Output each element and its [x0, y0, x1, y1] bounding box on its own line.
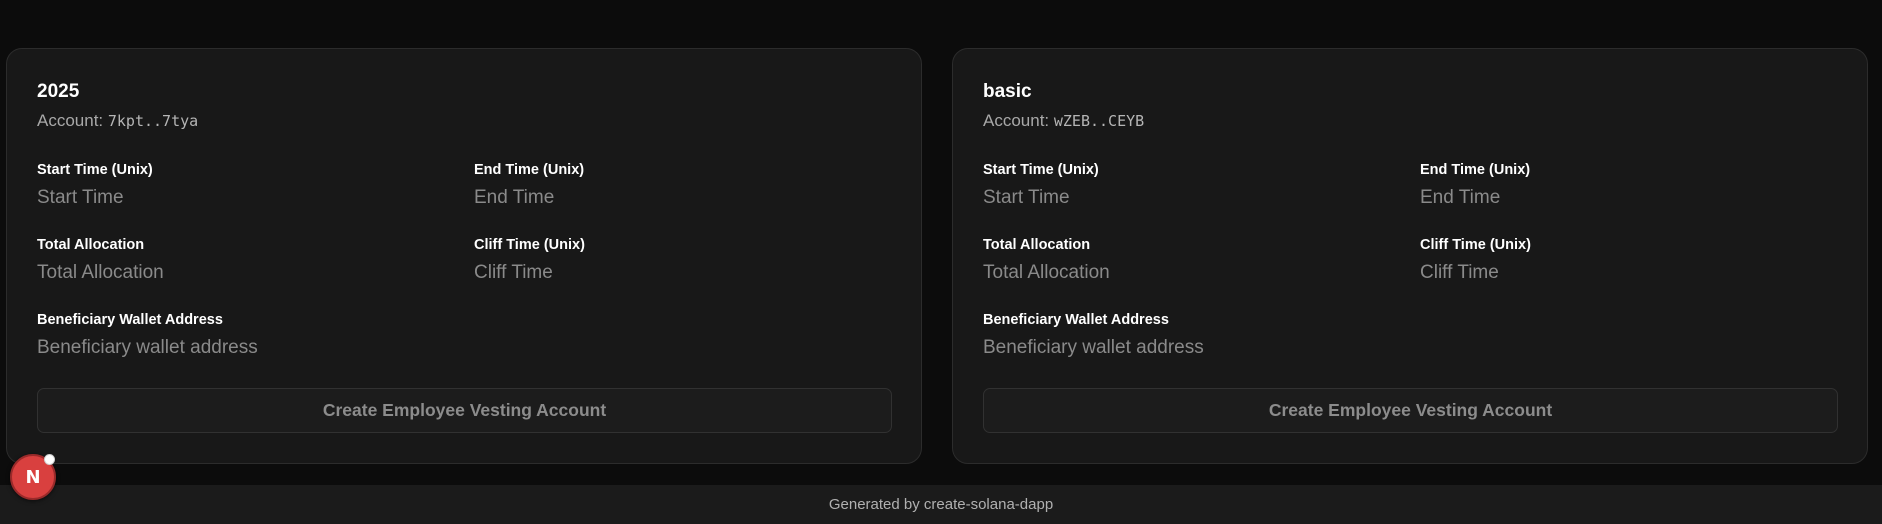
beneficiary-label: Beneficiary Wallet Address	[983, 312, 1169, 328]
start-time-label: Start Time (Unix)	[37, 162, 153, 178]
app-page: 2025 Account: 7kpt..7tya Start Time (Uni…	[0, 0, 1882, 524]
beneficiary-label: Beneficiary Wallet Address	[37, 312, 223, 328]
end-time-input[interactable]	[474, 185, 894, 211]
start-time-label: Start Time (Unix)	[983, 162, 1099, 178]
total-allocation-label: Total Allocation	[983, 237, 1091, 253]
end-time-input[interactable]	[1420, 185, 1840, 211]
create-vesting-account-button[interactable]: Create Employee Vesting Account	[37, 388, 892, 433]
footer-text: Generated by create-solana-dapp	[828, 496, 1054, 513]
start-time-input[interactable]	[37, 185, 474, 211]
account-line: Account: wZEB..CEYB	[983, 110, 1837, 132]
account-address[interactable]: 7kpt..7tya	[108, 112, 198, 130]
account-line: Account: 7kpt..7tya	[37, 110, 891, 132]
beneficiary-wallet-input[interactable]	[37, 335, 894, 361]
beneficiary-field: Beneficiary Wallet Address	[37, 311, 894, 386]
vesting-cards-grid: 2025 Account: 7kpt..7tya Start Time (Uni…	[6, 48, 1868, 464]
cliff-time-field: Cliff Time (Unix)	[1420, 236, 1840, 311]
vesting-form: Start Time (Unix) End Time (Unix) Total …	[983, 161, 1840, 386]
cliff-time-label: Cliff Time (Unix)	[474, 237, 585, 253]
total-allocation-field: Total Allocation	[37, 236, 474, 311]
vesting-account-card: basic Account: wZEB..CEYB Start Time (Un…	[952, 48, 1868, 464]
account-address[interactable]: wZEB..CEYB	[1054, 112, 1144, 130]
notification-dot-icon	[44, 454, 55, 465]
footer: Generated by create-solana-dapp	[0, 485, 1882, 524]
beneficiary-field: Beneficiary Wallet Address	[983, 311, 1840, 386]
cliff-time-label: Cliff Time (Unix)	[1420, 237, 1531, 253]
end-time-field: End Time (Unix)	[474, 161, 894, 236]
start-time-field: Start Time (Unix)	[37, 161, 474, 236]
account-label: Account:	[37, 111, 108, 130]
beneficiary-wallet-input[interactable]	[983, 335, 1840, 361]
cliff-time-input[interactable]	[474, 260, 894, 286]
create-vesting-account-button[interactable]: Create Employee Vesting Account	[983, 388, 1838, 433]
dev-indicator-letter: N	[25, 466, 41, 488]
total-allocation-label: Total Allocation	[37, 237, 145, 253]
card-title: basic	[983, 81, 1032, 102]
total-allocation-input[interactable]	[37, 260, 474, 286]
start-time-field: Start Time (Unix)	[983, 161, 1420, 236]
vesting-account-card: 2025 Account: 7kpt..7tya Start Time (Uni…	[6, 48, 922, 464]
end-time-label: End Time (Unix)	[1420, 162, 1531, 178]
card-title: 2025	[37, 81, 80, 102]
total-allocation-input[interactable]	[983, 260, 1420, 286]
start-time-input[interactable]	[983, 185, 1420, 211]
end-time-field: End Time (Unix)	[1420, 161, 1840, 236]
cliff-time-field: Cliff Time (Unix)	[474, 236, 894, 311]
end-time-label: End Time (Unix)	[474, 162, 585, 178]
vesting-form: Start Time (Unix) End Time (Unix) Total …	[37, 161, 894, 386]
account-label: Account:	[983, 111, 1054, 130]
nextjs-dev-indicator-icon[interactable]: N	[10, 454, 56, 500]
total-allocation-field: Total Allocation	[983, 236, 1420, 311]
cliff-time-input[interactable]	[1420, 260, 1840, 286]
